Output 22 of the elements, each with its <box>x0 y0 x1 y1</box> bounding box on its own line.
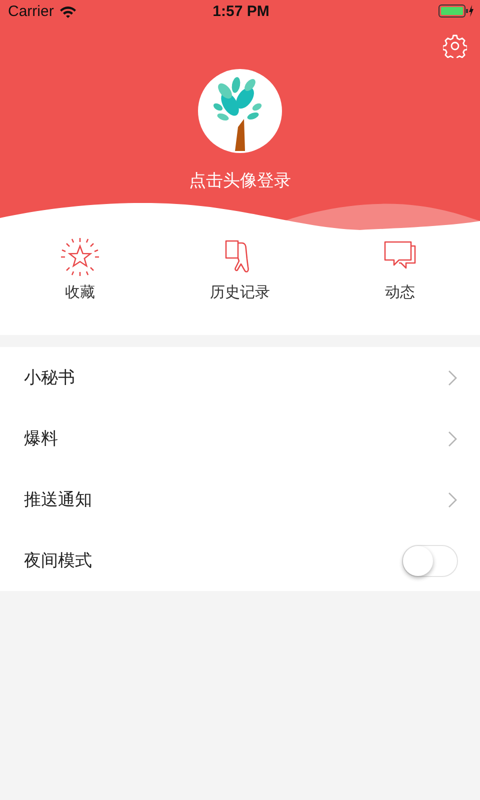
menu-label: 爆料 <box>24 428 58 450</box>
chevron-icon <box>448 370 457 386</box>
tree-avatar-icon[interactable] <box>198 69 282 153</box>
carrier-name: Carrier <box>8 2 54 20</box>
menu-row[interactable]: 夜间模式 <box>0 530 480 591</box>
battery-icon <box>438 4 474 18</box>
wifi-icon <box>58 4 77 18</box>
menu-row[interactable]: 小秘书 <box>0 347 480 408</box>
action-label[interactable]: 收藏 <box>65 282 95 302</box>
settings-icon[interactable] <box>443 34 467 58</box>
menu-label: 夜间模式 <box>24 550 92 572</box>
action-label[interactable]: 历史记录 <box>210 282 270 302</box>
chevron-icon <box>448 430 457 446</box>
star-icon[interactable] <box>60 237 100 277</box>
chevron-icon <box>448 492 457 508</box>
action-label[interactable]: 动态 <box>385 282 415 302</box>
status-time: 1:57 PM <box>212 2 270 20</box>
menu-label: 推送通知 <box>24 489 92 511</box>
menu-label: 小秘书 <box>24 367 75 389</box>
menu-row[interactable]: 爆料 <box>0 408 480 469</box>
menu-row[interactable]: 推送通知 <box>0 469 480 530</box>
night-mode-switch[interactable] <box>402 544 458 576</box>
